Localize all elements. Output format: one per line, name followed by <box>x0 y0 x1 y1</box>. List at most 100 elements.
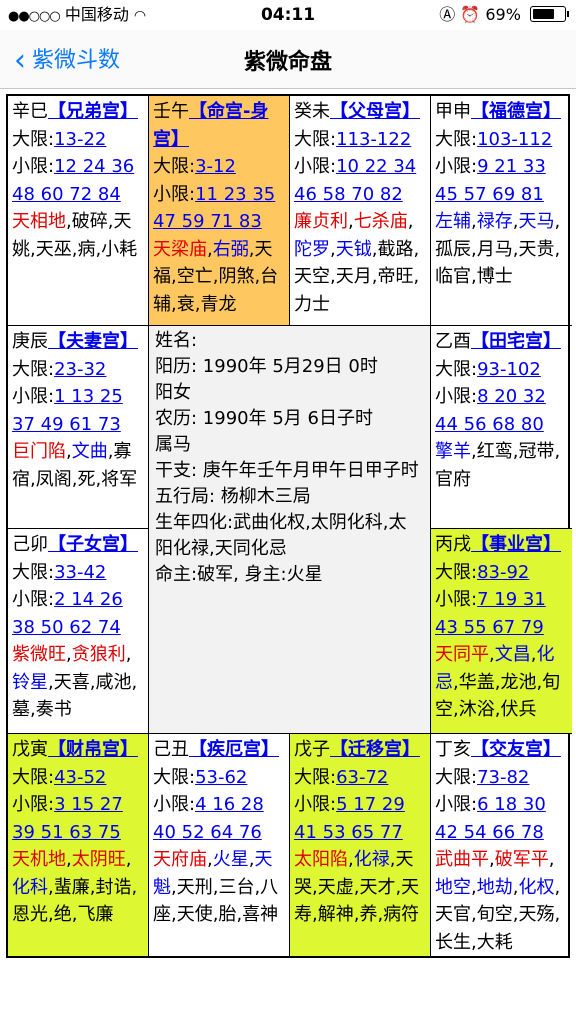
daxian-label: 大限: <box>12 561 55 583</box>
xiaoxian-label: 小限: <box>435 589 478 610</box>
palace-ganzhi: 癸未 <box>294 101 330 122</box>
palace-header: 辛巳【兄弟宫】 <box>12 98 145 126</box>
star-list: 天相地,破碎,天姚,天巫,病,小耗 <box>12 208 145 263</box>
star-text: 天同平 <box>435 644 489 665</box>
palace-name-link[interactable]: 【田宅宫】 <box>471 331 561 352</box>
daxian-link[interactable]: 3-12 <box>195 156 236 177</box>
daxian-link[interactable]: 23-32 <box>54 359 106 380</box>
daxian-link[interactable]: 103-112 <box>477 129 552 150</box>
daxian-row: 大限:43-52 <box>12 764 145 792</box>
xiaoxian-row: 小限:7 19 31 43 55 67 79 <box>435 586 569 641</box>
palace-name-link[interactable]: 【夫妻宫】 <box>48 331 138 352</box>
daxian-label: 大限: <box>435 766 478 788</box>
daxian-link[interactable]: 73-82 <box>477 767 529 788</box>
star-text: 巨门陷 <box>12 441 66 462</box>
birth-info-line: 阳女 <box>155 382 191 403</box>
xiaoxian-row: 小限:4 16 28 40 52 64 76 <box>153 791 286 846</box>
daxian-link[interactable]: 33-42 <box>54 562 106 583</box>
palace-ganzhi: 己卯 <box>12 534 48 555</box>
palace-name-link[interactable]: 【迁移宫】 <box>330 739 420 760</box>
xiaoxian-label: 小限: <box>435 794 478 815</box>
birth-info-line: 阳历: 1990年 5月29日 0时 <box>155 356 378 377</box>
xiaoxian-row: 小限:10 22 34 46 58 70 82 <box>294 153 427 208</box>
palace-name-link[interactable]: 【福德宫】 <box>471 101 561 122</box>
star-text: 紫微旺 <box>12 644 66 665</box>
daxian-label: 大限: <box>12 128 55 150</box>
palace-cell: 戊子【迁移宫】 大限:63-72 小限:5 17 29 41 53 65 77 太阳陷… <box>290 734 431 956</box>
palace-header: 癸未【父母宫】 <box>294 98 427 126</box>
palace-header: 丁亥【交友宫】 <box>435 736 569 764</box>
palace-ganzhi: 戊子 <box>294 739 330 760</box>
star-text: ,天刑,三台,八座,天使,胎,喜神 <box>153 876 279 926</box>
birth-info-line: 生年四化:武曲化权,太阴化科,太阳化禄,天同化忌 <box>155 512 407 559</box>
xiaoxian-row: 小限:8 20 32 44 56 68 80 <box>435 383 569 438</box>
daxian-label: 大限: <box>294 128 337 150</box>
star-text: 火星 <box>212 849 249 870</box>
star-text: 铃星 <box>12 671 48 693</box>
alarm-icon: ⏰ <box>460 5 481 24</box>
palace-ganzhi: 乙酉 <box>435 331 471 352</box>
star-text: 廉贞利 <box>294 211 348 232</box>
star-text: 左辅 <box>435 211 471 232</box>
palace-name-link[interactable]: 【财帛宫】 <box>48 739 138 760</box>
palace-name-link[interactable]: 【兄弟宫】 <box>48 101 138 122</box>
star-list: 紫微旺,贪狼利,铃星,天喜,咸池,墓,奏书 <box>12 641 145 724</box>
palace-ganzhi: 甲申 <box>435 101 471 122</box>
star-text: 天相地 <box>12 211 66 232</box>
xiaoxian-label: 小限: <box>435 156 478 177</box>
xiaoxian-label: 小限: <box>12 589 55 610</box>
daxian-label: 大限: <box>294 766 337 788</box>
birth-info-line: 五行局: 杨柳木三局 <box>155 486 311 507</box>
daxian-row: 大限:53-62 <box>153 764 286 792</box>
star-text: , <box>548 849 555 870</box>
xiaoxian-label: 小限: <box>294 156 337 177</box>
daxian-row: 大限:23-32 <box>12 356 145 384</box>
daxian-link[interactable]: 53-62 <box>195 767 247 788</box>
palace-ganzhi: 庚辰 <box>12 331 48 352</box>
palace-cell: 己丑【疾厄宫】 大限:53-62 小限:4 16 28 40 52 64 76 天府庙… <box>149 734 290 956</box>
xiaoxian-row: 小限:9 21 33 45 57 69 81 <box>435 153 569 208</box>
palace-cell: 癸未【父母宫】 大限:113-122 小限:10 22 34 46 58 70 82… <box>290 96 431 326</box>
daxian-label: 大限: <box>435 358 478 380</box>
ziwei-chart: 辛巳【兄弟宫】 大限:13-22 小限:12 24 36 48 60 72 84 天相… <box>6 94 572 958</box>
star-text: 化禄 <box>353 849 390 870</box>
star-text: 文曲 <box>71 441 108 462</box>
daxian-link[interactable]: 113-122 <box>336 129 411 150</box>
palace-name-link[interactable]: 【子女宫】 <box>48 534 138 555</box>
star-list: 天同平,文昌,化忌,华盖,龙池,旬空,沐浴,伏兵 <box>435 641 569 724</box>
palace-ganzhi: 丙戌 <box>435 534 471 555</box>
battery-icon <box>530 6 569 22</box>
star-text: 太阴旺 <box>71 849 126 870</box>
palace-header: 戊寅【财帛宫】 <box>12 736 145 764</box>
daxian-row: 大限:83-92 <box>435 559 569 587</box>
daxian-label: 大限: <box>435 128 478 150</box>
xiaoxian-label: 小限: <box>12 156 55 177</box>
daxian-row: 大限:33-42 <box>12 559 145 587</box>
palace-header: 庚辰【夫妻宫】 <box>12 328 145 356</box>
palace-cell: 丁亥【交友宫】 大限:73-82 小限:6 18 30 42 54 66 78 武曲平… <box>431 734 572 956</box>
page-title: 紫微命盘 <box>243 50 332 75</box>
star-text: ,华盖,龙池,旬空,沐浴,伏兵 <box>435 671 561 721</box>
birth-info-line: 姓名: <box>155 330 198 351</box>
daxian-link[interactable]: 43-52 <box>54 767 106 788</box>
star-text: 右弼 <box>212 238 249 260</box>
palace-name-link[interactable]: 【疾厄宫】 <box>189 739 279 760</box>
palace-header: 丙戌【事业宫】 <box>435 531 569 559</box>
palace-cell: 壬午【命宫-身宫】 大限:3-12 小限:11 23 35 47 59 71 83 天… <box>149 96 290 326</box>
star-text: 化科 <box>12 876 48 898</box>
star-text: 地空 <box>435 876 471 898</box>
palace-cell: 甲申【福德宫】大限:103-112 小限:9 21 33 45 57 69 81 左… <box>431 96 572 326</box>
daxian-label: 大限: <box>153 766 196 788</box>
palace-name-link[interactable]: 【交友宫】 <box>471 739 561 760</box>
daxian-row: 大限:113-122 <box>294 126 427 154</box>
daxian-link[interactable]: 83-92 <box>477 562 529 583</box>
daxian-link[interactable]: 13-22 <box>54 129 106 150</box>
daxian-link[interactable]: 93-102 <box>477 359 541 380</box>
palace-name-link[interactable]: 【父母宫】 <box>330 101 420 122</box>
star-list: 擎羊,红鸾,冠带,官府 <box>435 438 569 493</box>
battery-percent: 69% <box>485 5 521 24</box>
palace-name-link[interactable]: 【事业宫】 <box>471 534 561 555</box>
battery-info: Ⓐ ⏰ 69% <box>439 0 569 30</box>
birth-info-line: 干支: 庚午年壬午月甲午日甲子时 <box>155 460 419 481</box>
daxian-link[interactable]: 63-72 <box>336 767 388 788</box>
